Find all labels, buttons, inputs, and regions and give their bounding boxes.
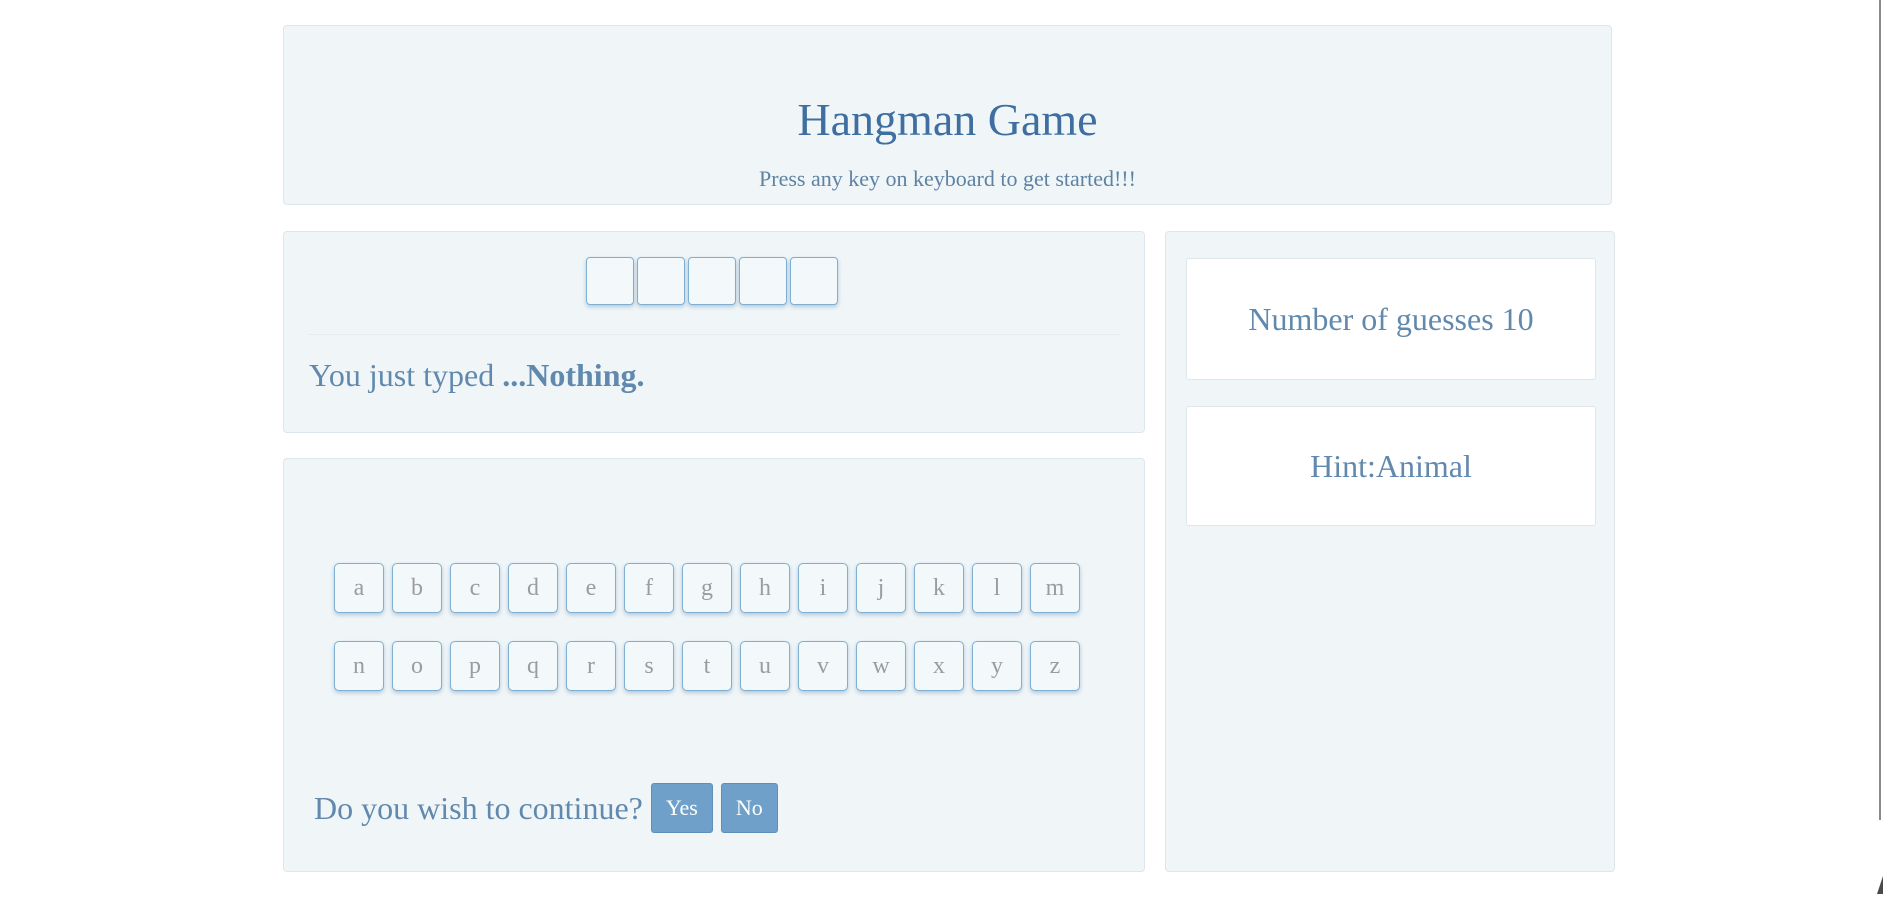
no-button[interactable]: No xyxy=(720,783,778,833)
key-r[interactable]: r xyxy=(566,641,616,691)
key-k[interactable]: k xyxy=(914,563,964,613)
key-p[interactable]: p xyxy=(450,641,500,691)
letter-slot xyxy=(739,257,787,305)
scroll-down-arrow-icon[interactable] xyxy=(1877,876,1883,894)
page-title: Hangman Game xyxy=(797,94,1098,145)
continue-prompt: Do you wish to continue? Yes No xyxy=(314,783,778,833)
letter-slot xyxy=(688,257,736,305)
key-d[interactable]: d xyxy=(508,563,558,613)
key-v[interactable]: v xyxy=(798,641,848,691)
yes-button[interactable]: Yes xyxy=(650,783,713,833)
key-a[interactable]: a xyxy=(334,563,384,613)
key-t[interactable]: t xyxy=(682,641,732,691)
key-c[interactable]: c xyxy=(450,563,500,613)
letter-slot xyxy=(637,257,685,305)
key-m[interactable]: m xyxy=(1030,563,1080,613)
letter-slot xyxy=(790,257,838,305)
divider xyxy=(308,334,1120,335)
key-w[interactable]: w xyxy=(856,641,906,691)
key-h[interactable]: h xyxy=(740,563,790,613)
key-j[interactable]: j xyxy=(856,563,906,613)
hangman-page: Hangman Game Press any key on keyboard t… xyxy=(0,0,1883,898)
key-i[interactable]: i xyxy=(798,563,848,613)
key-u[interactable]: u xyxy=(740,641,790,691)
key-o[interactable]: o xyxy=(392,641,442,691)
key-x[interactable]: x xyxy=(914,641,964,691)
key-l[interactable]: l xyxy=(972,563,1022,613)
typed-prefix: You just typed xyxy=(309,357,503,393)
key-q[interactable]: q xyxy=(508,641,558,691)
guesses-card: Number of guesses 10 xyxy=(1186,258,1596,380)
header-panel: Hangman Game Press any key on keyboard t… xyxy=(283,25,1612,205)
hint-card: Hint:Animal xyxy=(1186,406,1596,526)
key-y[interactable]: y xyxy=(972,641,1022,691)
key-e[interactable]: e xyxy=(566,563,616,613)
key-s[interactable]: s xyxy=(624,641,674,691)
page-subtitle: Press any key on keyboard to get started… xyxy=(759,166,1136,191)
side-panel: Number of guesses 10 Hint:Animal xyxy=(1165,231,1615,872)
typed-status: You just typed ...Nothing. xyxy=(309,355,644,395)
key-b[interactable]: b xyxy=(392,563,442,613)
key-z[interactable]: z xyxy=(1030,641,1080,691)
keyboard-panel: abcdefghijklm nopqrstuvwxyz Do you wish … xyxy=(283,458,1145,872)
key-g[interactable]: g xyxy=(682,563,732,613)
scrollbar-thumb[interactable] xyxy=(1879,0,1881,820)
typed-value: ...Nothing. xyxy=(502,357,645,393)
word-panel: You just typed ...Nothing. xyxy=(283,231,1145,433)
page-scrollbar[interactable] xyxy=(1877,0,1883,898)
key-row-2: nopqrstuvwxyz xyxy=(334,641,1080,691)
key-f[interactable]: f xyxy=(624,563,674,613)
key-n[interactable]: n xyxy=(334,641,384,691)
letter-slot xyxy=(586,257,634,305)
word-slots xyxy=(586,257,838,305)
key-row-1: abcdefghijklm xyxy=(334,563,1080,613)
continue-label: Do you wish to continue? xyxy=(314,789,643,826)
